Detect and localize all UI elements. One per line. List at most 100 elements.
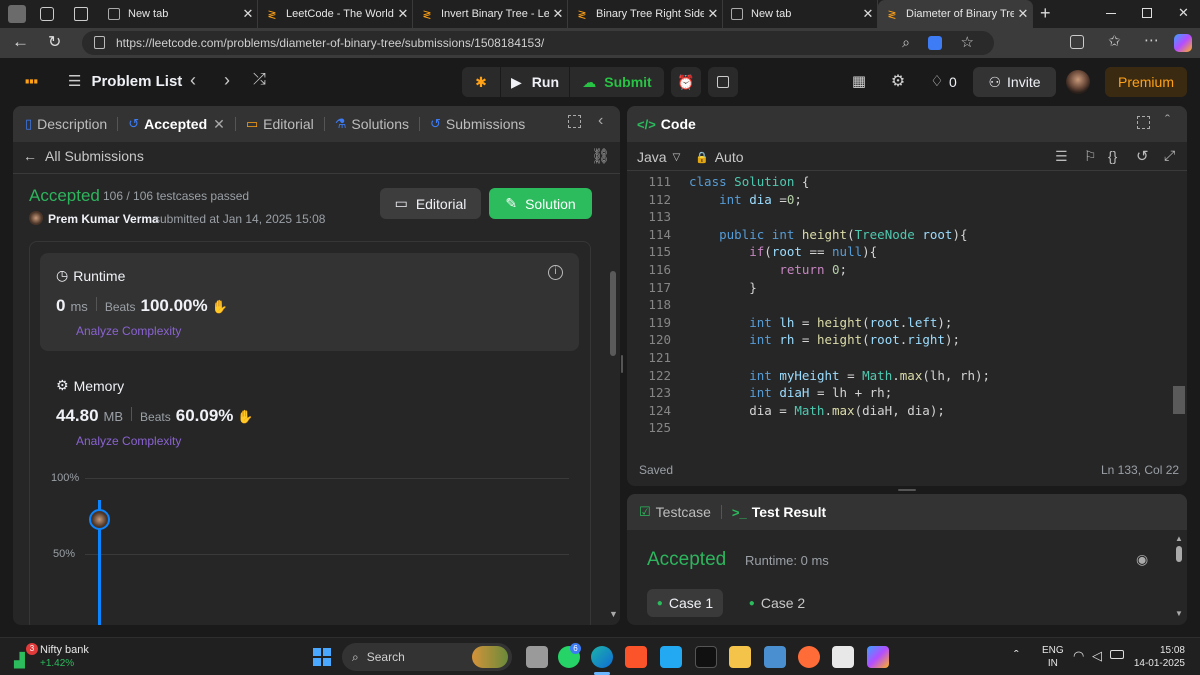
runtime-card[interactable]: ◷ Runtime i 0 ms Beats 100.00% ✋ Analyze… <box>40 253 579 351</box>
vertical-resize-handle[interactable] <box>621 355 623 373</box>
close-tab-icon[interactable]: ✕ <box>704 6 722 22</box>
favorites-icon[interactable]: ✩ <box>1108 32 1121 50</box>
collapse-up-icon[interactable]: ˆ <box>1165 112 1170 129</box>
runtime-analyze-link[interactable]: Analyze Complexity <box>76 324 181 338</box>
favorite-star-icon[interactable]: ☆ <box>961 33 974 51</box>
browser-tab[interactable]: New tab ✕ <box>100 0 258 28</box>
stock-widget[interactable]: ▟ 3 Nifty bank +1.42% <box>14 643 124 671</box>
close-tab-icon[interactable]: ✕ <box>1014 6 1032 22</box>
tab-testcase[interactable]: ☑ Testcase <box>627 494 721 530</box>
close-tab-icon[interactable]: ✕ <box>239 6 257 22</box>
postman-icon[interactable] <box>798 646 820 668</box>
terminal-app-icon[interactable] <box>695 646 717 668</box>
tab-submissions[interactable]: ↺ Submissions <box>420 106 535 142</box>
share-link-icon[interactable]: ⛓ <box>591 147 610 165</box>
user-avatar[interactable] <box>1066 70 1090 94</box>
tab-solutions[interactable]: ⚗ Solutions <box>325 106 419 142</box>
premium-button[interactable]: Premium <box>1105 67 1187 97</box>
editorial-button[interactable]: ▭ Editorial <box>380 188 481 219</box>
solution-button[interactable]: ✎ Solution <box>489 188 592 219</box>
language-select[interactable]: Java ▽ <box>637 149 680 165</box>
submit-button[interactable]: ☁ Submit <box>570 67 664 97</box>
next-problem-icon[interactable]: › <box>224 70 230 91</box>
expand-icon[interactable] <box>1137 116 1150 129</box>
scroll-down-icon[interactable]: ▼ <box>609 609 618 619</box>
expand-icon[interactable] <box>568 115 581 128</box>
refresh-icon[interactable]: ↻ <box>48 32 61 52</box>
timer-button[interactable]: ⏰ <box>671 67 701 97</box>
tab-description[interactable]: ▯ Description <box>13 106 117 142</box>
browser-tab[interactable]: ≷ Invert Binary Tree - LeetC ✕ <box>413 0 568 28</box>
close-tab-icon[interactable]: ✕ <box>859 6 877 22</box>
back-arrow-icon[interactable]: ← <box>12 32 29 52</box>
chart-user-marker[interactable] <box>89 509 110 530</box>
settings-gear-icon[interactable]: ⚙ <box>887 70 909 92</box>
run-button[interactable]: ▶ Run <box>501 67 569 97</box>
close-tab-icon[interactable]: ✕ <box>213 116 225 133</box>
panel-resize-handle[interactable] <box>898 489 916 491</box>
invite-button[interactable]: ⚇ Invite <box>973 67 1056 97</box>
scroll-down-icon[interactable]: ▼ <box>1175 609 1183 618</box>
problem-list-button[interactable]: ☰ Problem List <box>68 72 182 91</box>
info-icon[interactable]: i <box>548 265 563 280</box>
battery-icon[interactable] <box>1110 650 1124 659</box>
maximize-icon[interactable] <box>1142 8 1152 18</box>
scroll-up-icon[interactable]: ▲ <box>1175 534 1183 543</box>
streak-flame-icon[interactable]: ♢ <box>926 70 948 92</box>
brave-browser-icon[interactable] <box>625 646 647 668</box>
fullscreen-icon[interactable]: ⤢ <box>1164 147 1175 164</box>
case-2-tab[interactable]: ● Case 2 <box>739 589 815 617</box>
vscode-icon[interactable] <box>660 646 682 668</box>
minimize-icon[interactable] <box>1106 13 1116 14</box>
auto-mode-toggle[interactable]: 🔒 Auto <box>695 149 744 165</box>
format-icon[interactable]: ☰ <box>1055 148 1068 165</box>
extensions-icon[interactable] <box>1070 35 1084 49</box>
all-submissions-link[interactable]: ← All Submissions <box>23 148 144 164</box>
debug-button[interactable]: ✱ <box>462 67 500 97</box>
clock[interactable]: 15:08 14-01-2025 <box>1133 644 1185 670</box>
case-1-tab[interactable]: ● Case 1 <box>647 589 723 617</box>
tab-editorial[interactable]: ▭ Editorial <box>236 106 324 142</box>
new-tab-button[interactable]: + <box>1040 3 1051 24</box>
image-app-icon[interactable] <box>764 646 786 668</box>
url-field[interactable]: https://leetcode.com/problems/diameter-o… <box>82 31 994 55</box>
site-info-icon[interactable] <box>94 36 105 49</box>
profile-avatar[interactable] <box>8 5 26 23</box>
close-tab-icon[interactable]: ✕ <box>549 6 567 22</box>
code-editor[interactable]: 111 class Solution { 112 int dia =0; 113… <box>627 172 1173 444</box>
workspaces-icon[interactable] <box>40 7 54 21</box>
microsoft-store-icon[interactable] <box>832 646 854 668</box>
tab-actions-icon[interactable] <box>74 7 88 21</box>
code-tab[interactable]: </> Code <box>627 106 706 142</box>
copilot-app-icon[interactable] <box>867 646 889 668</box>
zoom-icon[interactable]: ⌕ <box>902 34 910 51</box>
close-window-icon[interactable]: ✕ <box>1178 5 1189 21</box>
extension-icon[interactable] <box>928 36 942 50</box>
collapse-panel-icon[interactable]: ‹ <box>598 112 603 130</box>
wifi-icon[interactable]: ◠ <box>1073 648 1084 664</box>
windows-start-icon[interactable] <box>313 648 331 666</box>
more-menu-icon[interactable]: ⋯ <box>1144 31 1159 49</box>
edge-browser-icon[interactable] <box>591 646 613 668</box>
tab-accepted[interactable]: ↺ Accepted ✕ <box>118 106 235 142</box>
braces-icon[interactable]: {} <box>1108 148 1117 164</box>
browser-tab[interactable]: New tab ✕ <box>723 0 878 28</box>
leetcode-logo-icon[interactable]: ⵈ <box>24 69 39 95</box>
result-scrollbar-thumb[interactable] <box>1176 546 1182 562</box>
language-indicator[interactable]: ENG IN <box>1042 644 1064 670</box>
shuffle-icon[interactable]: ⤮ <box>253 71 266 89</box>
close-tab-icon[interactable]: ✕ <box>394 6 412 22</box>
copilot-icon[interactable] <box>1174 34 1192 52</box>
bookmark-icon[interactable]: ⚐ <box>1084 148 1097 165</box>
reset-icon[interactable]: ↺ <box>1136 147 1149 165</box>
browser-tab-active[interactable]: ≷ Diameter of Binary Tree - ✕ <box>878 0 1033 28</box>
browser-tab[interactable]: ≷ LeetCode - The World's Le ✕ <box>258 0 413 28</box>
taskbar-search[interactable]: ⌕ Search <box>342 643 512 671</box>
submitter-name[interactable]: Prem Kumar Verma <box>48 212 159 226</box>
tab-test-result[interactable]: >_ Test Result <box>722 494 836 530</box>
layout-icon[interactable]: ▦ <box>848 70 870 92</box>
prev-problem-icon[interactable]: ‹ <box>190 70 196 91</box>
code-scrollbar-thumb[interactable] <box>1173 386 1185 414</box>
file-explorer-icon[interactable] <box>729 646 751 668</box>
task-view-icon[interactable] <box>526 646 548 668</box>
